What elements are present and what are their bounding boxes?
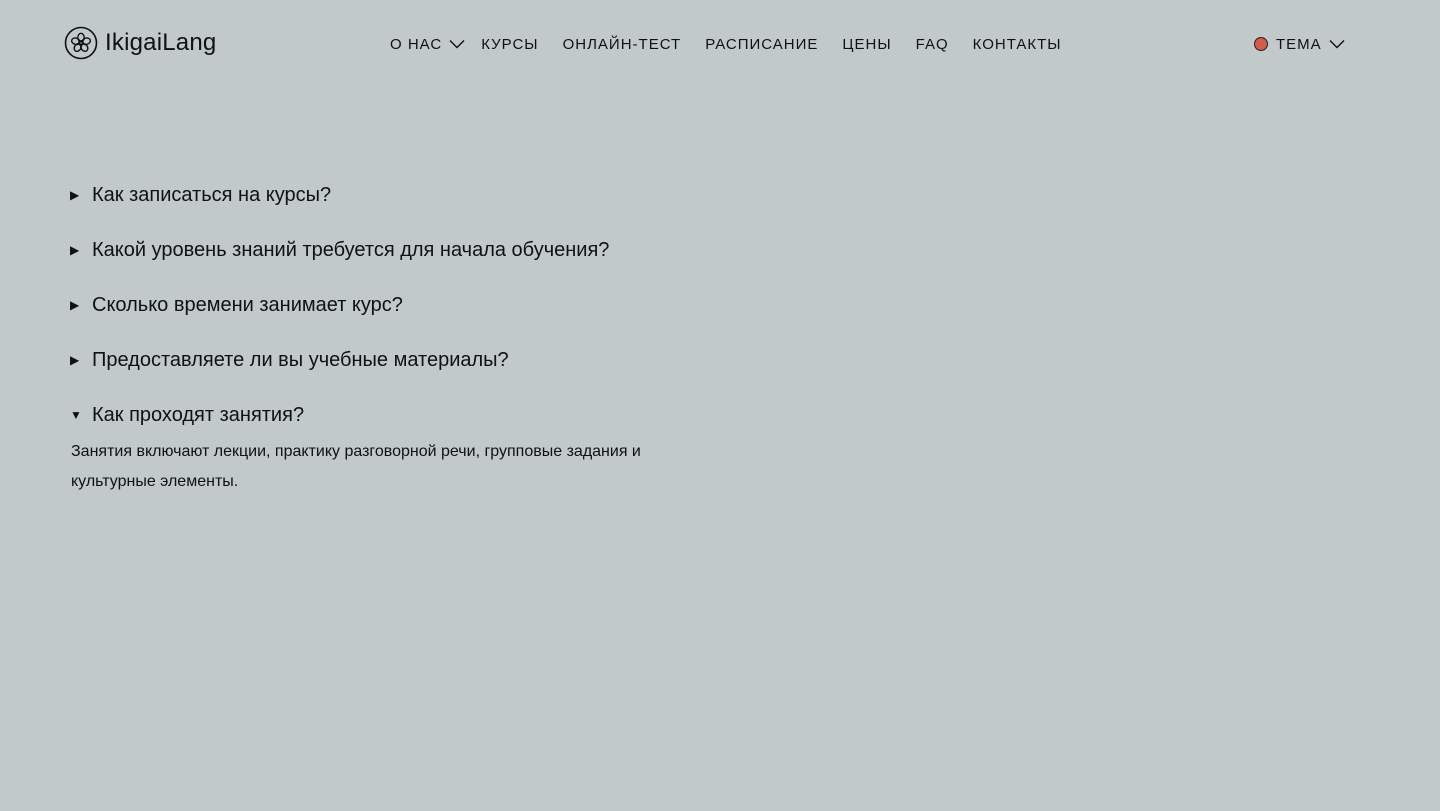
triangle-down-icon: ▼ [70, 408, 82, 422]
faq-item: ▶ Предоставляете ли вы учебные материалы… [70, 340, 710, 380]
faq-question-toggle[interactable]: ▶ Сколько времени занимает курс? [70, 285, 710, 325]
brand-name: IkigaiLang [105, 29, 217, 56]
theme-color-swatch [1254, 37, 1268, 51]
nav-item-contacts[interactable]: КОНТАКТЫ [973, 36, 1062, 53]
theme-selector[interactable]: ТЕМА [1254, 33, 1345, 55]
faq-question: Предоставляете ли вы учебные материалы? [92, 348, 509, 371]
nav-item-about[interactable]: О НАС [390, 36, 465, 53]
nav-item-faq[interactable]: FAQ [916, 36, 949, 53]
nav-item-schedule[interactable]: РАСПИСАНИЕ [705, 36, 818, 53]
faq-question: Какой уровень знаний требуется для начал… [92, 238, 610, 261]
faq-question: Сколько времени занимает курс? [92, 293, 403, 316]
nav-item-label: О НАС [390, 35, 443, 53]
triangle-right-icon: ▶ [70, 188, 80, 202]
nav-item-prices[interactable]: ЦЕНЫ [842, 36, 891, 53]
faq-question-toggle[interactable]: ▶ Как записаться на курсы? [70, 175, 710, 215]
main-nav: О НАС КУРСЫ ОНЛАЙН-ТЕСТ РАСПИСАНИЕ ЦЕНЫ … [390, 33, 1062, 55]
logo-link[interactable]: IkigaiLang [64, 26, 216, 60]
chevron-down-icon [449, 40, 465, 49]
faq-question: Как записаться на курсы? [92, 183, 332, 206]
faq-list: ▶ Как записаться на курсы? ▶ Какой урове… [70, 175, 710, 497]
triangle-right-icon: ▶ [70, 298, 80, 312]
faq-question: Как проходят занятия? [92, 403, 305, 426]
faq-answer: Занятия включают лекции, практику разгов… [71, 443, 641, 490]
flower-logo-icon [64, 26, 98, 60]
faq-question-toggle[interactable]: ▶ Предоставляете ли вы учебные материалы… [70, 340, 710, 380]
faq-item: ▶ Как записаться на курсы? [70, 175, 710, 215]
faq-question-toggle[interactable]: ▶ Какой уровень знаний требуется для нач… [70, 230, 710, 270]
triangle-right-icon: ▶ [70, 243, 80, 257]
nav-item-online-test[interactable]: ОНЛАЙН-ТЕСТ [563, 36, 682, 53]
site-header: IkigaiLang О НАС КУРСЫ ОНЛАЙН-ТЕСТ РАСПИ… [0, 0, 1440, 88]
faq-item: ▶ Какой уровень знаний требуется для нач… [70, 230, 710, 270]
faq-item-open: ▼ Как проходят занятия? Занятия включают… [70, 395, 710, 497]
triangle-right-icon: ▶ [70, 353, 80, 367]
faq-item: ▶ Сколько времени занимает курс? [70, 285, 710, 325]
nav-item-courses[interactable]: КУРСЫ [481, 36, 538, 53]
theme-label: ТЕМА [1276, 35, 1322, 53]
chevron-down-icon [1329, 40, 1345, 49]
faq-question-toggle[interactable]: ▼ Как проходят занятия? [70, 395, 710, 435]
